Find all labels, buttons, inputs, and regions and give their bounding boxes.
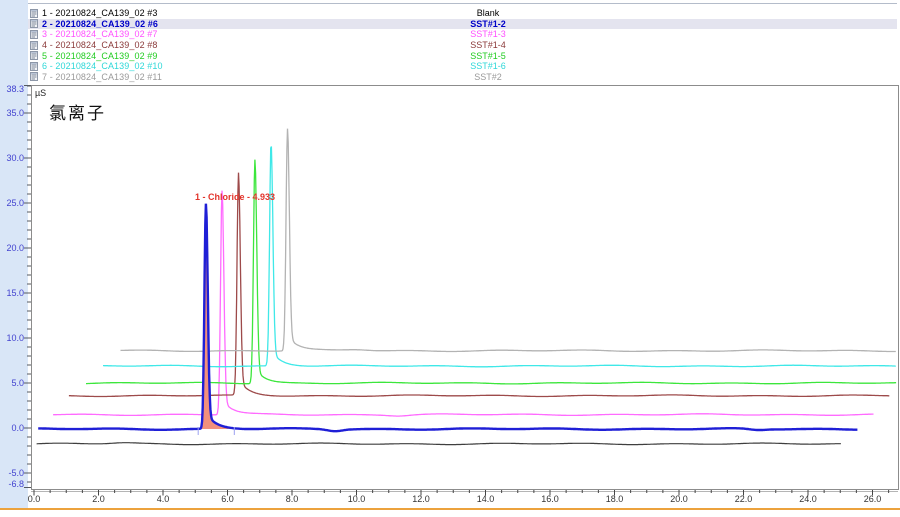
legend-row-sample: SST#1-6 xyxy=(408,61,568,71)
chromatogram-file-icon xyxy=(30,9,38,18)
peak-annotation: 1 - Chloride - 4.933 xyxy=(195,192,275,202)
trace-blank xyxy=(37,443,841,445)
legend-row[interactable]: 1 - 20210824_CA139_02 #3 Blank xyxy=(28,8,897,19)
x-tick-label: 6.0 xyxy=(211,495,245,504)
chromatogram-file-icon xyxy=(30,51,38,60)
y-axis-unit: µS xyxy=(35,88,46,98)
chromatogram-file-icon xyxy=(30,30,38,39)
legend-row[interactable]: 6 - 20210824_CA139_02 #10 SST#1-6 xyxy=(28,61,897,72)
legend-row-name: 2 - 20210824_CA139_02 #6 xyxy=(42,19,158,29)
y-tick-label: 20.0 xyxy=(0,244,24,253)
y-tick-label: -6.8 xyxy=(0,480,24,489)
legend-row-sample: SST#2 xyxy=(408,72,568,82)
legend-row-sample: SST#1-2 xyxy=(408,19,568,29)
chart-title: 氯离子 xyxy=(49,99,106,124)
y-tick-label: 25.0 xyxy=(0,199,24,208)
chromatogram-plot: µS 氯离子 1 - Chloride - 4.933 xyxy=(31,85,899,490)
y-tick-label: 35.0 xyxy=(0,109,24,118)
x-tick-label: 0.0 xyxy=(17,495,51,504)
chromatogram-file-icon xyxy=(30,62,38,71)
x-tick-label: 2.0 xyxy=(82,495,116,504)
trace-sst-1-6 xyxy=(103,147,896,367)
x-tick-label: 4.0 xyxy=(146,495,180,504)
x-tick-label: 12.0 xyxy=(404,495,438,504)
legend-row-name: 5 - 20210824_CA139_02 #9 xyxy=(42,51,158,61)
legend-row-name: 7 - 20210824_CA139_02 #11 xyxy=(42,72,162,82)
legend-row[interactable]: 7 - 20210824_CA139_02 #11 SST#2 xyxy=(28,72,897,83)
chromatogram-traces xyxy=(32,86,898,489)
legend-row-name: 6 - 20210824_CA139_02 #10 xyxy=(42,61,163,71)
legend-row[interactable]: 2 - 20210824_CA139_02 #6 SST#1-2 xyxy=(28,19,897,30)
legend-row-name: 1 - 20210824_CA139_02 #3 xyxy=(42,8,158,18)
trace-sst-1-4 xyxy=(69,173,889,397)
legend-row[interactable]: 4 - 20210824_CA139_02 #8 SST#1-4 xyxy=(28,40,897,51)
chromatogram-file-icon xyxy=(30,72,38,81)
legend-row-sample: SST#1-4 xyxy=(408,40,568,50)
legend-row-sample: Blank xyxy=(408,8,568,18)
trace-sst-1-2 xyxy=(38,204,857,432)
x-tick-label: 22.0 xyxy=(727,495,761,504)
y-tick-label: 5.0 xyxy=(0,379,24,388)
legend-row-name: 3 - 20210824_CA139_02 #7 xyxy=(42,29,158,39)
y-tick-label: 15.0 xyxy=(0,289,24,298)
legend-row-name: 4 - 20210824_CA139_02 #8 xyxy=(42,40,158,50)
chromatogram-file-icon xyxy=(30,19,38,28)
y-tick-label: 38.3 xyxy=(0,85,24,94)
chromatogram-file-icon xyxy=(30,41,38,50)
x-tick-label: 10.0 xyxy=(340,495,374,504)
legend-row-sample: SST#1-3 xyxy=(408,29,568,39)
x-tick-label: 18.0 xyxy=(598,495,632,504)
x-tick-label: 26.0 xyxy=(856,495,890,504)
y-tick-label: 10.0 xyxy=(0,334,24,343)
legend-row[interactable]: 3 - 20210824_CA139_02 #7 SST#1-3 xyxy=(28,29,897,40)
x-tick-label: 20.0 xyxy=(662,495,696,504)
chromatography-overlay-window: 1 - 20210824_CA139_02 #3Blank2 - 2021082… xyxy=(0,0,900,517)
y-tick-label: 0.0 xyxy=(0,424,24,433)
y-tick-label: -5.0 xyxy=(0,469,24,478)
bottom-orange-rule xyxy=(0,508,900,510)
y-tick-label: 30.0 xyxy=(0,154,24,163)
x-tick-label: 8.0 xyxy=(275,495,309,504)
x-tick-label: 14.0 xyxy=(469,495,503,504)
legend-row[interactable]: 5 - 20210824_CA139_02 #9 SST#1-5 xyxy=(28,50,897,61)
x-tick-label: 24.0 xyxy=(791,495,825,504)
injection-list: 1 - 20210824_CA139_02 #3Blank2 - 2021082… xyxy=(28,3,897,85)
legend-row-sample: SST#1-5 xyxy=(408,51,568,61)
x-tick-label: 16.0 xyxy=(533,495,567,504)
